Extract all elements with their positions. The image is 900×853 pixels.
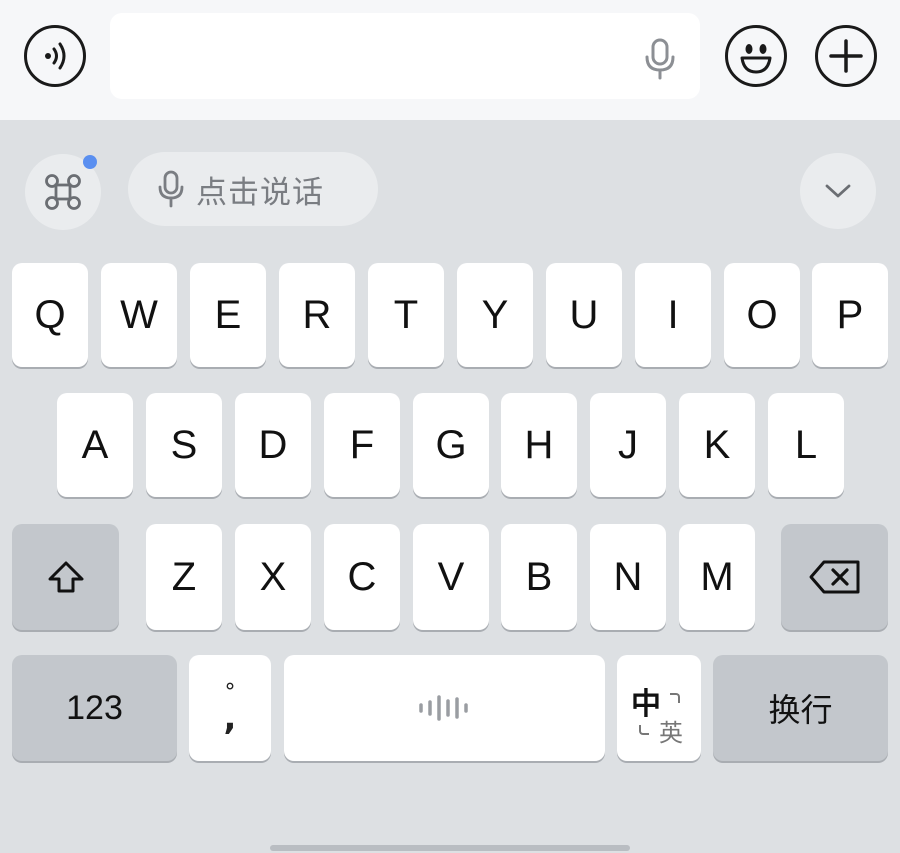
key-d[interactable]: D — [235, 393, 311, 497]
key-b[interactable]: B — [501, 524, 577, 630]
numbers-key[interactable]: 123 — [12, 655, 177, 761]
home-indicator[interactable] — [270, 845, 630, 851]
key-j[interactable]: J — [590, 393, 666, 497]
key-m[interactable]: M — [679, 524, 755, 630]
waveform-icon — [418, 695, 468, 721]
key-l[interactable]: L — [768, 393, 844, 497]
key-t[interactable]: T — [368, 263, 444, 367]
key-y[interactable]: Y — [457, 263, 533, 367]
punct-bottom-label: , — [223, 698, 237, 738]
shift-key[interactable] — [12, 524, 119, 630]
key-a[interactable]: A — [57, 393, 133, 497]
key-w[interactable]: W — [101, 263, 177, 367]
chevron-down-icon — [825, 184, 851, 198]
plus-icon — [829, 39, 863, 73]
message-input[interactable] — [126, 37, 630, 77]
chat-input-bar — [0, 0, 900, 120]
tap-to-speak-button[interactable]: 点击说话 — [128, 152, 378, 226]
command-grid-icon — [45, 174, 81, 210]
notification-dot — [83, 155, 97, 169]
space-key[interactable] — [284, 655, 605, 761]
backspace-icon — [809, 560, 859, 594]
lang-bracket-top — [670, 693, 680, 703]
key-u[interactable]: U — [546, 263, 622, 367]
tap-to-speak-label: 点击说话 — [196, 174, 324, 211]
key-h[interactable]: H — [501, 393, 577, 497]
backspace-key[interactable] — [781, 524, 888, 630]
lang-en-label: 英 — [659, 719, 683, 747]
lang-zh-label: 中 — [631, 687, 661, 722]
key-n[interactable]: N — [590, 524, 666, 630]
keyboard: 点击说话 Q W E R T Y U I O P A S D F G H J K… — [0, 120, 900, 853]
key-v[interactable]: V — [413, 524, 489, 630]
key-z[interactable]: Z — [146, 524, 222, 630]
key-g[interactable]: G — [413, 393, 489, 497]
language-switch-key[interactable]: 中 英 — [617, 655, 701, 761]
key-c[interactable]: C — [324, 524, 400, 630]
punctuation-key[interactable]: ° , — [189, 655, 271, 761]
collapse-keyboard-button[interactable] — [800, 153, 876, 229]
key-q[interactable]: Q — [12, 263, 88, 367]
microphone-icon — [158, 170, 184, 208]
microphone-icon[interactable] — [642, 37, 678, 81]
speaker-icon — [45, 42, 66, 70]
more-options-button[interactable] — [815, 25, 877, 87]
message-input-box[interactable] — [110, 13, 700, 99]
shift-arrow-icon — [48, 561, 83, 593]
voice-toggle-button[interactable] — [24, 25, 86, 87]
key-r[interactable]: R — [279, 263, 355, 367]
enter-key[interactable]: 换行 — [713, 655, 888, 761]
key-f[interactable]: F — [324, 393, 400, 497]
emoji-button[interactable] — [725, 25, 787, 87]
lang-bracket-bottom — [639, 725, 649, 735]
key-e[interactable]: E — [190, 263, 266, 367]
smiley-icon — [740, 44, 772, 74]
key-i[interactable]: I — [635, 263, 711, 367]
key-x[interactable]: X — [235, 524, 311, 630]
key-s[interactable]: S — [146, 393, 222, 497]
key-k[interactable]: K — [679, 393, 755, 497]
key-p[interactable]: P — [812, 263, 888, 367]
key-o[interactable]: O — [724, 263, 800, 367]
